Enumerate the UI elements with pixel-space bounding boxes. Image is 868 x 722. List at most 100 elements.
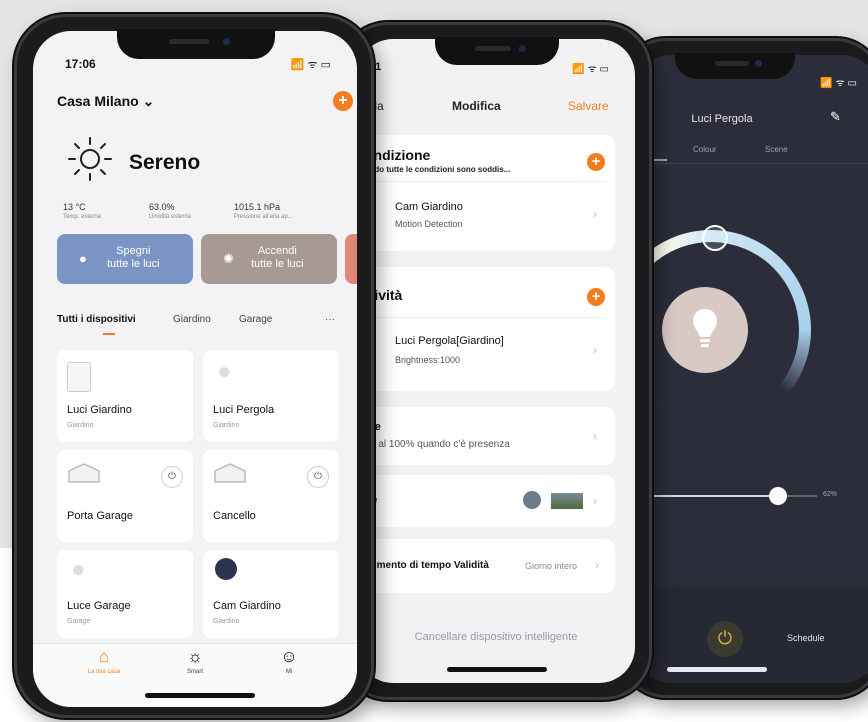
device-name: Luce Garage: [67, 600, 131, 612]
device-name: Porta Garage: [67, 510, 134, 522]
nav-smart[interactable]: ☼ Smart: [160, 647, 230, 675]
device-card[interactable]: Cam Giardino Giardino: [203, 550, 339, 638]
notch: [117, 29, 275, 59]
nav-bar: ulla Modifica Salvare: [357, 99, 635, 119]
status-icons: 📶 ᯤ ▭: [290, 59, 331, 71]
home-indicator: [145, 693, 255, 698]
home-dashboard-screen: 17:06 📶 ᯤ ▭ Casa Milano ⌄ + Sereno 13 °C…: [33, 31, 357, 707]
add-activity-icon[interactable]: +: [587, 288, 605, 306]
brightness-value: 62%: [823, 491, 838, 498]
scene-turn-off-lights[interactable]: ● Spegni tutte le luci: [57, 234, 193, 284]
chevron-right-icon: ›: [593, 343, 597, 357]
room-tabs: Tutti i dispositivi Giardino Garage ···: [57, 314, 357, 334]
power-toggle[interactable]: ⏻: [307, 466, 329, 488]
add-condition-icon[interactable]: +: [587, 153, 605, 171]
chevron-right-icon: ›: [595, 558, 599, 572]
phone-automation-editor: 01 📶 ᯤ ▭ ulla Modifica Salvare ondizione…: [340, 22, 652, 700]
delete-button[interactable]: Cancellare dispositivo intelligente: [357, 631, 635, 643]
activity-item-title[interactable]: Luci Pergola[Giardino]: [395, 335, 504, 347]
temperature-label: Temp. esterna: [63, 214, 102, 220]
device-room: Garage: [67, 618, 91, 625]
device-room: Giardino: [213, 618, 240, 625]
bulb-icon: [693, 309, 717, 347]
device-card[interactable]: ⏻ Porta Garage: [57, 450, 193, 542]
profile-icon: ☺: [280, 647, 298, 666]
bulb-preview: [662, 287, 748, 373]
home-indicator: [667, 667, 767, 672]
activity-card: ttività + Luci Pergola[Giardino] Brightn…: [357, 267, 615, 391]
name-row-value: ce al 100% quando c'è presenza: [365, 439, 510, 450]
camera-icon: [215, 558, 237, 580]
scene-card-partial[interactable]: [345, 234, 357, 284]
mode-tabs: te Colour Scene: [637, 145, 868, 161]
scene-turn-on-lights[interactable]: ✺ Accendi tutte le luci: [201, 234, 337, 284]
condition-item-title[interactable]: Cam Giardino: [395, 201, 463, 213]
edit-icon[interactable]: ✎: [830, 109, 841, 125]
bulb-icon: ●: [71, 556, 86, 583]
weather-condition: Sereno: [129, 151, 201, 174]
home-indicator: [447, 667, 547, 672]
device-card[interactable]: ⏻ Cancello: [203, 450, 339, 542]
save-button[interactable]: Salvare: [568, 99, 609, 113]
nav-home[interactable]: ⌂ La mia casa: [69, 647, 139, 675]
bulb-icon: ●: [79, 251, 87, 266]
chevron-right-icon: ›: [593, 207, 597, 221]
status-time: 17:06: [65, 57, 96, 71]
validity-row[interactable]: egmento di tempo Validità Giorno intero …: [357, 539, 615, 593]
switch-icon: [67, 362, 91, 392]
validity-row-value: Giorno intero: [525, 561, 578, 571]
condition-item-sub: Motion Detection: [395, 219, 463, 229]
device-room: Giardino: [67, 422, 94, 429]
condition-card: ondizione ando tutte le condizioni sono …: [357, 135, 615, 251]
phone-home-dashboard: 17:06 📶 ᯤ ▭ Casa Milano ⌄ + Sereno 13 °C…: [14, 14, 374, 718]
humidity-value: 63.0%: [149, 202, 175, 212]
divider: [637, 163, 868, 164]
style-row[interactable]: ile ›: [357, 475, 615, 527]
device-card[interactable]: ● Luci Pergola Giardino: [203, 350, 339, 442]
brightness-knob[interactable]: [769, 487, 787, 505]
tab-underline: [103, 333, 115, 335]
notch: [675, 53, 795, 79]
temperature-value: 13 °C: [63, 202, 86, 212]
device-title: Luci Pergola: [691, 113, 753, 125]
device-room: Giardino: [213, 422, 240, 429]
wheel-handle[interactable]: [702, 225, 728, 251]
sun-icon: ✺: [223, 251, 234, 266]
nav-me[interactable]: ☺ Mi: [254, 647, 324, 675]
validity-row-title: egmento di tempo Validità: [365, 560, 489, 571]
device-name: Cancello: [213, 510, 256, 522]
automation-editor-screen: 01 📶 ᯤ ▭ ulla Modifica Salvare ondizione…: [357, 39, 635, 683]
sun-icon: ☼: [187, 647, 203, 666]
plus-icon[interactable]: +: [333, 91, 353, 111]
tab-colour[interactable]: Colour: [693, 145, 717, 154]
color-swatch: [523, 491, 541, 509]
home-icon: ⌂: [98, 647, 110, 666]
tab-all-devices[interactable]: Tutti i dispositivi: [57, 314, 136, 325]
gate-icon: [214, 463, 246, 483]
garage-icon: [68, 463, 100, 483]
name-row[interactable]: me ce al 100% quando c'è presenza ›: [357, 407, 615, 465]
home-selector[interactable]: Casa Milano ⌄: [57, 93, 154, 110]
power-button[interactable]: ⏻: [707, 621, 743, 657]
brightness-track[interactable]: [637, 495, 777, 497]
bulb-icon: ●: [217, 358, 232, 385]
chevron-right-icon: ›: [593, 429, 597, 443]
cover-thumbnail: [551, 493, 583, 509]
more-icon[interactable]: ···: [325, 314, 335, 325]
condition-mode[interactable]: ando tutte le condizioni sono soddis...: [365, 165, 510, 174]
phone-light-control: 📶 ᯤ ▭ Luci Pergola ✎ te Colour Scene 62%…: [620, 38, 868, 698]
activity-item-sub: Brightness:1000: [395, 355, 461, 365]
schedule-button[interactable]: Schedule: [787, 633, 825, 643]
device-card[interactable]: Luci Giardino Giardino: [57, 350, 193, 442]
device-name: Cam Giardino: [213, 600, 281, 612]
status-icons: 📶 ᯤ ▭: [572, 64, 609, 75]
power-toggle[interactable]: ⏻: [161, 466, 183, 488]
tab-garage[interactable]: Garage: [239, 314, 272, 325]
chevron-right-icon: ›: [593, 494, 597, 508]
light-control-screen: 📶 ᯤ ▭ Luci Pergola ✎ te Colour Scene 62%…: [637, 55, 868, 683]
condition-heading: ondizione: [365, 147, 431, 163]
tab-giardino[interactable]: Giardino: [173, 314, 211, 325]
device-name: Luci Pergola: [213, 404, 275, 416]
tab-scene[interactable]: Scene: [765, 145, 788, 154]
device-card[interactable]: ● Luce Garage Garage: [57, 550, 193, 638]
